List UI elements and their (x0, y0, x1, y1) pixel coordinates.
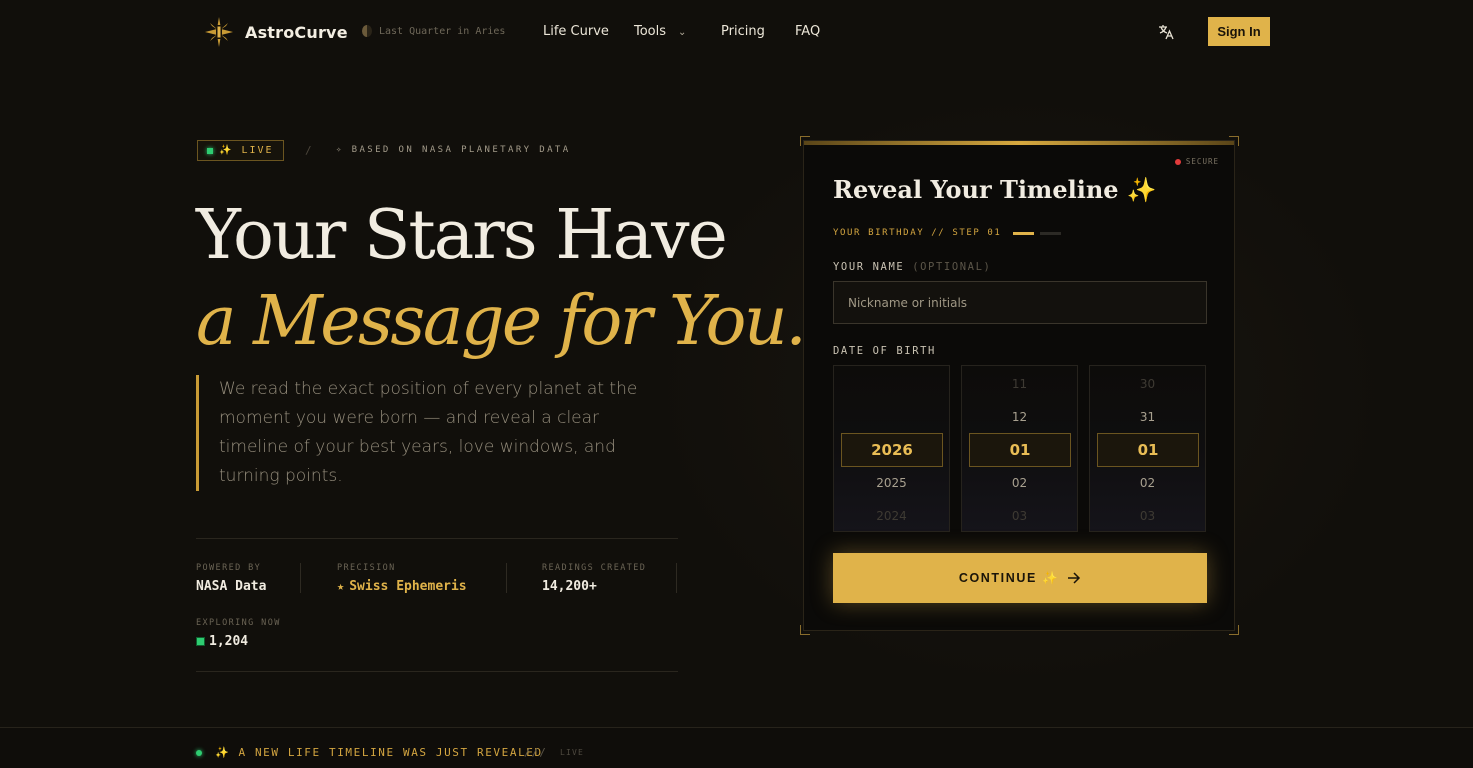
wheel-item[interactable]: 2025 (834, 476, 949, 490)
ticker-message: ✨ A NEW LIFE TIMELINE WAS JUST REVEALED (215, 746, 543, 759)
stat-value: 1,204 (209, 634, 249, 649)
month-wheel[interactable]: 11 12 01 02 03 (961, 365, 1078, 532)
headline-line-2: a Message for You. (196, 282, 807, 361)
sign-in-button[interactable]: Sign In (1208, 17, 1270, 46)
stat-divider (676, 563, 677, 593)
stat-powered-by: POWERED BY NASA Data (196, 563, 266, 594)
stat-precision: PRECISION ★ Swiss Ephemeris (337, 563, 467, 594)
wheel-item[interactable]: 03 (962, 509, 1077, 523)
year-wheel[interactable]: 2026 2025 2024 (833, 365, 950, 532)
ticker-separator: /// (524, 746, 547, 759)
stat-value: NASA Data (196, 579, 267, 594)
wheel-item[interactable]: 30 (1090, 377, 1205, 391)
name-field-label: YOUR NAME (OPTIONAL) (833, 261, 991, 273)
stat-label: PRECISION (337, 563, 396, 573)
brand-logo[interactable]: AstroCurve (203, 17, 348, 47)
activity-ticker: ✨ A NEW LIFE TIMELINE WAS JUST REVEALED … (0, 727, 1473, 768)
wheel-item[interactable]: 03 (1090, 509, 1205, 523)
step-progress-active (1013, 231, 1035, 235)
timeline-form-card: SECURE Reveal Your Timeline ✨ YOUR BIRTH… (803, 140, 1235, 631)
hero-description: We read the exact position of every plan… (219, 379, 638, 486)
continue-label: CONTINUE ✨ (958, 570, 1060, 585)
stat-value: Swiss Ephemeris (349, 579, 467, 594)
stats-panel: POWERED BY NASA Data PRECISION ★ Swiss Ep… (196, 538, 678, 672)
dob-label: DATE OF BIRTH (833, 345, 936, 357)
wheel-item[interactable]: 31 (1090, 410, 1205, 424)
stat-value-row: 1,204 (196, 634, 281, 649)
live-dot-icon (207, 147, 213, 154)
chevron-down-icon: ⌄ (678, 27, 687, 38)
moon-phase: Last Quarter in Aries (362, 25, 505, 37)
secure-dot-icon (1174, 158, 1181, 165)
secure-label: SECURE (1185, 157, 1219, 166)
star-icon: ★ (337, 579, 345, 593)
wheel-item[interactable]: 11 (962, 377, 1077, 391)
brand-name: AstroCurve (245, 22, 348, 42)
name-input[interactable] (833, 281, 1207, 324)
moon-phase-text: Last Quarter in Aries (379, 25, 506, 37)
secure-indicator: SECURE (1174, 157, 1219, 166)
online-dot-icon (196, 637, 205, 646)
live-badge-label: ✨ LIVE (219, 145, 274, 156)
name-optional: (OPTIONAL) (912, 261, 992, 273)
headline-line-1: Your Stars Have (196, 196, 728, 275)
wheel-selected-day[interactable]: 01 (1097, 433, 1199, 467)
step-progress-inactive (1040, 231, 1062, 235)
ticker-live-label: LIVE (560, 748, 585, 757)
card-top-accent (804, 141, 1234, 145)
translate-icon[interactable] (1157, 23, 1175, 41)
top-nav: AstroCurve Last Quarter in Aries Life Cu… (0, 0, 1473, 64)
nav-link-faq[interactable]: FAQ (795, 24, 820, 39)
arrow-right-icon (1068, 572, 1081, 584)
hero-description-block: We read the exact position of every plan… (196, 375, 656, 491)
card-title: Reveal Your Timeline ✨ (833, 175, 1157, 204)
wheel-item[interactable]: 2024 (834, 509, 949, 523)
wheel-item[interactable]: 02 (962, 476, 1077, 490)
stat-label: POWERED BY (196, 563, 262, 573)
live-badge: ✨ LIVE (197, 140, 284, 161)
nav-link-pricing[interactable]: Pricing (721, 24, 765, 39)
stat-value-row: ★ Swiss Ephemeris (337, 579, 467, 594)
stat-label: READINGS CREATED (542, 563, 647, 573)
wheel-item[interactable]: 12 (962, 410, 1077, 424)
source-tag: ✧ BASED ON NASA PLANETARY DATA (336, 145, 571, 155)
divider-slash: / (305, 144, 312, 157)
stat-label: EXPLORING NOW (196, 618, 281, 628)
stat-exploring: EXPLORING NOW 1,204 (196, 618, 281, 649)
logo-star-icon (205, 17, 233, 47)
step-label: YOUR BIRTHDAY // STEP 01 (833, 228, 1002, 238)
nav-link-life-curve[interactable]: Life Curve (543, 24, 609, 39)
nav-link-tools[interactable]: Tools ⌄ (634, 24, 686, 39)
name-label: YOUR NAME (833, 261, 905, 273)
ticker-live-dot-icon (196, 750, 202, 756)
nav-link-tools-label: Tools (634, 24, 667, 39)
continue-button[interactable]: CONTINUE ✨ (833, 553, 1207, 603)
stat-divider (506, 563, 507, 593)
step-indicator: YOUR BIRTHDAY // STEP 01 (833, 228, 1062, 238)
moon-icon (362, 25, 372, 37)
wheel-selected-year[interactable]: 2026 (841, 433, 943, 467)
wheel-selected-month[interactable]: 01 (969, 433, 1071, 467)
day-wheel[interactable]: 30 31 01 02 03 (1089, 365, 1206, 532)
stat-divider (300, 563, 301, 593)
stat-value: 14,200+ (542, 579, 597, 594)
wheel-item[interactable]: 02 (1090, 476, 1205, 490)
stat-readings: READINGS CREATED 14,200+ (542, 563, 646, 594)
